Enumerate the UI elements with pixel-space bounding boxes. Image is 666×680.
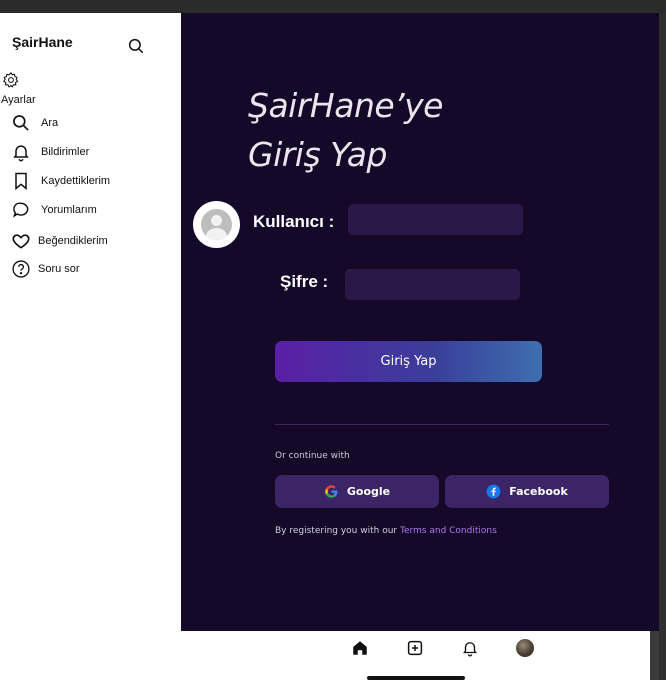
home-icon[interactable] [351,639,369,657]
facebook-icon [486,484,501,499]
google-login-button[interactable]: Google [275,475,439,508]
question-icon [12,260,30,278]
facebook-login-button[interactable]: Facebook [445,475,609,508]
sidebar-item-label: Soru sor [38,263,80,275]
brand-logo-text[interactable]: ŞairHane [12,34,73,50]
password-label: Şifre : [280,272,329,291]
facebook-label: Facebook [509,485,568,498]
window-top-bar [0,0,666,13]
username-input[interactable] [348,204,523,235]
settings-label[interactable]: Ayarlar [1,94,36,106]
terms-prefix: By registering you with our [275,526,400,536]
sidebar-item-ask[interactable]: Soru sor [11,259,80,279]
page-title: ŞairHane’ye Giriş Yap [248,81,443,179]
sidebar-item-label: Bildirimler [41,146,90,158]
window-edge [659,13,666,680]
sidebar-item-saved[interactable]: Kaydettiklerim [11,171,110,191]
google-label: Google [346,485,391,498]
sidebar: ŞairHane Ayarlar Ara Bildirimler Kaydett… [0,13,181,680]
home-indicator [367,676,465,680]
search-icon [13,115,29,131]
continue-with-text: Or continue with [275,451,350,461]
username-label: Kullanıcı : [253,212,335,231]
sidebar-item-search[interactable]: Ara [11,113,58,133]
sidebar-item-label: Ara [41,117,59,129]
sidebar-item-label: Beğendiklerim [38,235,108,247]
bottom-nav-bar [181,631,650,680]
avatar-placeholder[interactable] [193,201,240,248]
gear-icon[interactable] [2,71,20,89]
heart-icon [12,234,30,249]
title-line-2: Giriş Yap [248,135,387,174]
google-icon [325,485,338,498]
sidebar-item-label: Yorumlarım [41,204,97,216]
terms-text: By registering you with our Terms and Co… [275,526,497,536]
profile-avatar[interactable] [516,639,534,657]
terms-link[interactable]: Terms and Conditions [400,526,497,536]
bell-icon[interactable] [461,639,479,657]
comment-icon [12,202,29,218]
add-icon[interactable] [406,639,424,657]
bell-icon [13,145,29,162]
login-button[interactable]: Giriş Yap [275,341,542,382]
login-panel: ŞairHane’ye Giriş Yap Kullanıcı : Şifre … [181,13,659,631]
sidebar-item-comments[interactable]: Yorumlarım [11,200,97,220]
user-icon [201,209,232,240]
sidebar-item-label: Kaydettiklerim [41,175,111,187]
password-input[interactable] [345,269,520,300]
sidebar-item-likes[interactable]: Beğendiklerim [11,231,108,251]
bookmark-icon [15,172,27,191]
title-line-1: ŞairHane’ye [248,86,443,125]
sidebar-item-notifications[interactable]: Bildirimler [11,142,89,162]
search-icon[interactable] [127,37,145,55]
divider [275,424,609,425]
